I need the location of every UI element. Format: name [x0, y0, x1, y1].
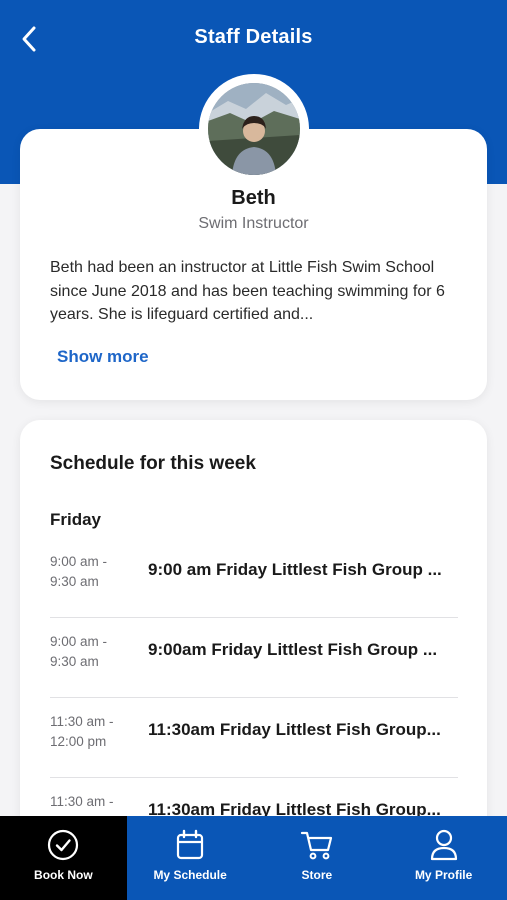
schedule-card: Schedule for this week Friday 9:00 am - …	[20, 420, 487, 840]
tab-label: My Profile	[414, 868, 473, 882]
cart-icon	[300, 828, 334, 862]
day-label: Friday	[50, 510, 102, 529]
calendar-icon	[173, 828, 207, 862]
class-time: 11:30 am - 12:00 pm	[50, 712, 140, 752]
check-circle-icon	[46, 828, 80, 862]
time-start: 11:30 am -	[50, 794, 114, 809]
schedule-title: Schedule for this week	[50, 453, 256, 474]
tab-my-profile[interactable]: My Profile	[380, 816, 507, 900]
tab-label: Book Now	[34, 868, 93, 882]
schedule-list: 9:00 am - 9:30 am 9:00 am Friday Littles…	[50, 538, 458, 840]
staff-bio: Beth had been an instructor at Little Fi…	[50, 259, 445, 323]
avatar-frame	[199, 74, 309, 184]
schedule-row[interactable]: 9:00 am - 9:30 am 9:00am Friday Littlest…	[50, 618, 458, 698]
tab-label: Store	[301, 868, 333, 882]
time-start: 9:00 am -	[50, 634, 108, 649]
time-start: 9:00 am -	[50, 554, 108, 569]
time-start: 11:30 am -	[50, 714, 114, 729]
tab-book-now[interactable]: Book Now	[0, 816, 127, 900]
tab-store[interactable]: Store	[254, 816, 381, 900]
staff-name: Beth	[231, 187, 276, 209]
tab-label: My Schedule	[153, 868, 227, 882]
schedule-row[interactable]: 11:30 am - 12:00 pm 11:30am Friday Littl…	[50, 698, 458, 778]
page-title: Staff Details	[194, 26, 313, 48]
class-name: 9:00 am Friday Littlest Fish Group ...	[148, 560, 442, 579]
person-icon	[427, 828, 461, 862]
class-name: 9:00am Friday Littlest Fish Group ...	[148, 640, 438, 659]
class-time: 9:00 am - 9:30 am	[50, 552, 140, 592]
tab-my-schedule[interactable]: My Schedule	[127, 816, 254, 900]
class-time: 9:00 am - 9:30 am	[50, 632, 140, 672]
show-more-link[interactable]: Show more	[57, 347, 149, 367]
bottom-tab-bar: Book Now My Schedule Store My Profile	[0, 816, 507, 900]
avatar	[208, 83, 300, 175]
staff-role: Swim Instructor	[198, 215, 309, 232]
time-end: 9:30 am	[50, 654, 99, 669]
class-name: 11:30am Friday Littlest Fish Group...	[148, 720, 441, 739]
time-end: 12:00 pm	[50, 734, 107, 749]
time-end: 9:30 am	[50, 574, 99, 589]
schedule-row[interactable]: 9:00 am - 9:30 am 9:00 am Friday Littles…	[50, 538, 458, 618]
